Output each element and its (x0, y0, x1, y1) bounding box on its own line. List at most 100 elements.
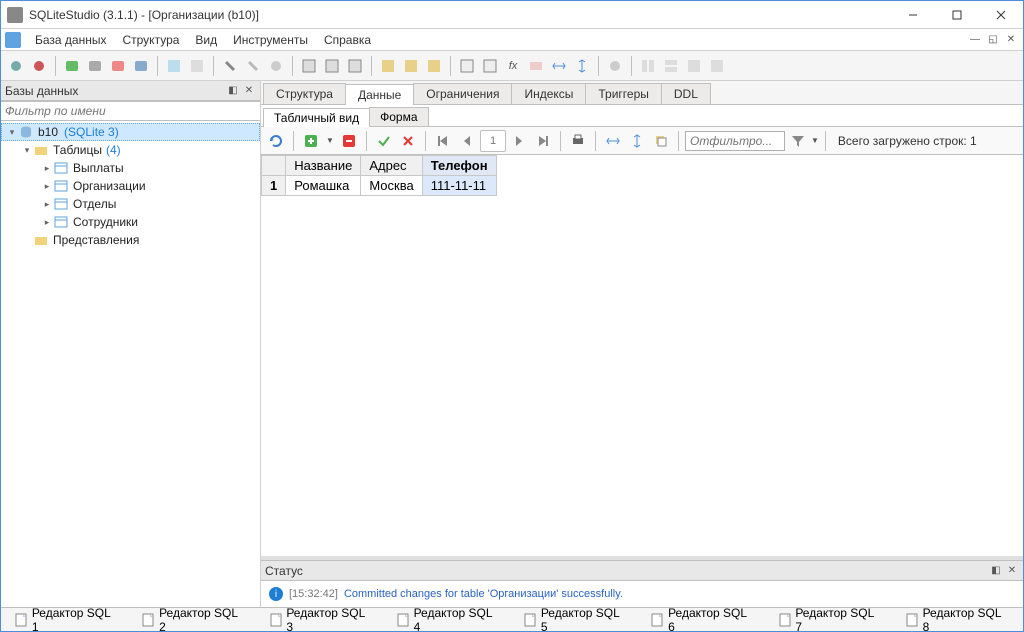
tab-structure[interactable]: Структура (263, 83, 346, 104)
populate-button[interactable] (423, 55, 445, 77)
mdi-close-icon[interactable]: ✕ (1003, 32, 1019, 48)
layout3-button[interactable] (683, 55, 705, 77)
refresh-db-button[interactable] (130, 55, 152, 77)
erase-button[interactable] (525, 55, 547, 77)
undock-status-icon[interactable]: ◧ (989, 564, 1003, 578)
corner-cell[interactable] (262, 156, 286, 176)
refresh-data-button[interactable] (265, 130, 287, 152)
sql-editor-tab[interactable]: Редактор SQL 5 (514, 603, 637, 632)
expand-h-button[interactable] (548, 55, 570, 77)
data-toolbar: ▼ 1 ▼ (261, 127, 1023, 155)
data-filter-input[interactable] (685, 131, 785, 151)
edit-table-button[interactable] (321, 55, 343, 77)
menu-tools[interactable]: Инструменты (225, 31, 316, 49)
sql-editor-tab[interactable]: Редактор SQL 6 (641, 603, 764, 632)
print-button[interactable] (567, 130, 589, 152)
cell[interactable]: 111-11-11 (422, 176, 496, 196)
menu-structure[interactable]: Структура (114, 31, 187, 49)
tab-ddl[interactable]: DDL (661, 83, 711, 104)
menu-help[interactable]: Справка (316, 31, 379, 49)
edit-cell-button[interactable] (456, 55, 478, 77)
tree-filter-input[interactable] (1, 101, 260, 121)
tab-triggers[interactable]: Триггеры (585, 83, 662, 104)
tree-table-node[interactable]: ▸ Сотрудники (1, 213, 260, 231)
tab-indexes[interactable]: Индексы (511, 83, 586, 104)
layout2-button[interactable] (660, 55, 682, 77)
sql-editor-tab[interactable]: Редактор SQL 4 (387, 603, 510, 632)
last-page-button[interactable] (532, 130, 554, 152)
attach-button[interactable] (219, 55, 241, 77)
titlebar: SQLiteStudio (3.1.1) - [Организации (b10… (1, 1, 1023, 29)
cell[interactable]: Москва (361, 176, 422, 196)
minimize-button[interactable] (891, 1, 935, 29)
fit-v-button[interactable] (626, 130, 648, 152)
tab-data[interactable]: Данные (345, 84, 414, 105)
tree-table-node[interactable]: ▸ Организации (1, 177, 260, 195)
prev-page-button[interactable] (456, 130, 478, 152)
layout4-button[interactable] (706, 55, 728, 77)
detach-button[interactable] (242, 55, 264, 77)
commit-data-button[interactable] (373, 130, 395, 152)
column-header[interactable]: Адрес (361, 156, 422, 176)
create-table-button[interactable] (298, 55, 320, 77)
cell[interactable]: Ромашка (286, 176, 361, 196)
tab-constraints[interactable]: Ограничения (413, 83, 512, 104)
vacuum-button[interactable] (265, 55, 287, 77)
fx-button[interactable]: fx (502, 55, 524, 77)
add-row-button[interactable] (300, 130, 322, 152)
remove-db-button[interactable] (107, 55, 129, 77)
disconnect-button[interactable] (28, 55, 50, 77)
subtab-form[interactable]: Форма (369, 107, 428, 126)
rollback-data-button[interactable] (397, 130, 419, 152)
sql-editor-tab[interactable]: Редактор SQL 3 (260, 603, 383, 632)
connect-button[interactable] (5, 55, 27, 77)
table-row[interactable]: 1 Ромашка Москва 111-11-11 (262, 176, 497, 196)
apply-filter-button[interactable] (787, 130, 809, 152)
column-header[interactable]: Телефон (422, 156, 496, 176)
tree-table-node[interactable]: ▸ Выплаты (1, 159, 260, 177)
close-status-icon[interactable]: ✕ (1005, 564, 1019, 578)
data-subtabs: Табличный вид Форма (261, 105, 1023, 127)
drop-table-button[interactable] (344, 55, 366, 77)
tree-tables-node[interactable]: ▾ Таблицы (4) (1, 141, 260, 159)
sql-history-button[interactable] (186, 55, 208, 77)
fit-h-button[interactable] (602, 130, 624, 152)
sql-editor-tab[interactable]: Редактор SQL 7 (769, 603, 892, 632)
next-page-button[interactable] (508, 130, 530, 152)
mdi-minimize-icon[interactable]: — (967, 32, 983, 48)
undock-icon[interactable]: ◧ (226, 84, 240, 98)
settings-button[interactable] (604, 55, 626, 77)
sql-editor-tab[interactable]: Редактор SQL 1 (5, 603, 128, 632)
layout1-button[interactable] (637, 55, 659, 77)
close-panel-icon[interactable]: ✕ (242, 84, 256, 98)
delete-row-button[interactable] (338, 130, 360, 152)
edit-db-button[interactable] (84, 55, 106, 77)
mdi-restore-icon[interactable]: ◱ (985, 32, 1001, 48)
menu-database[interactable]: База данных (27, 31, 114, 49)
menu-view[interactable]: Вид (187, 31, 225, 49)
sql-editor-tab[interactable]: Редактор SQL 2 (132, 603, 255, 632)
export-button[interactable] (400, 55, 422, 77)
page-number-input[interactable]: 1 (480, 130, 506, 152)
column-header[interactable]: Название (286, 156, 361, 176)
main-toolbar: fx (1, 51, 1023, 81)
add-db-button[interactable] (61, 55, 83, 77)
db-tree[interactable]: ▾ b10 (SQLite 3) ▾ Таблицы (4) ▸ Выплаты (1, 121, 260, 607)
data-grid[interactable]: Название Адрес Телефон 1 Ромашка Москва … (261, 155, 1023, 556)
sql-editor-button[interactable] (163, 55, 185, 77)
close-button[interactable] (979, 1, 1023, 29)
row-number[interactable]: 1 (262, 176, 286, 196)
status-time: [15:32:42] (289, 588, 338, 600)
sql-editor-tab[interactable]: Редактор SQL 8 (896, 603, 1019, 632)
tree-views-node[interactable]: ▸ Представления (1, 231, 260, 249)
commit-button[interactable] (479, 55, 501, 77)
tree-db-node[interactable]: ▾ b10 (SQLite 3) (1, 123, 260, 141)
maximize-button[interactable] (935, 1, 979, 29)
tree-table-node[interactable]: ▸ Отделы (1, 195, 260, 213)
copy-button[interactable] (650, 130, 672, 152)
first-page-button[interactable] (432, 130, 454, 152)
add-row-dropdown[interactable]: ▼ (324, 130, 336, 152)
import-button[interactable] (377, 55, 399, 77)
subtab-grid[interactable]: Табличный вид (263, 108, 370, 127)
collapse-h-button[interactable] (571, 55, 593, 77)
